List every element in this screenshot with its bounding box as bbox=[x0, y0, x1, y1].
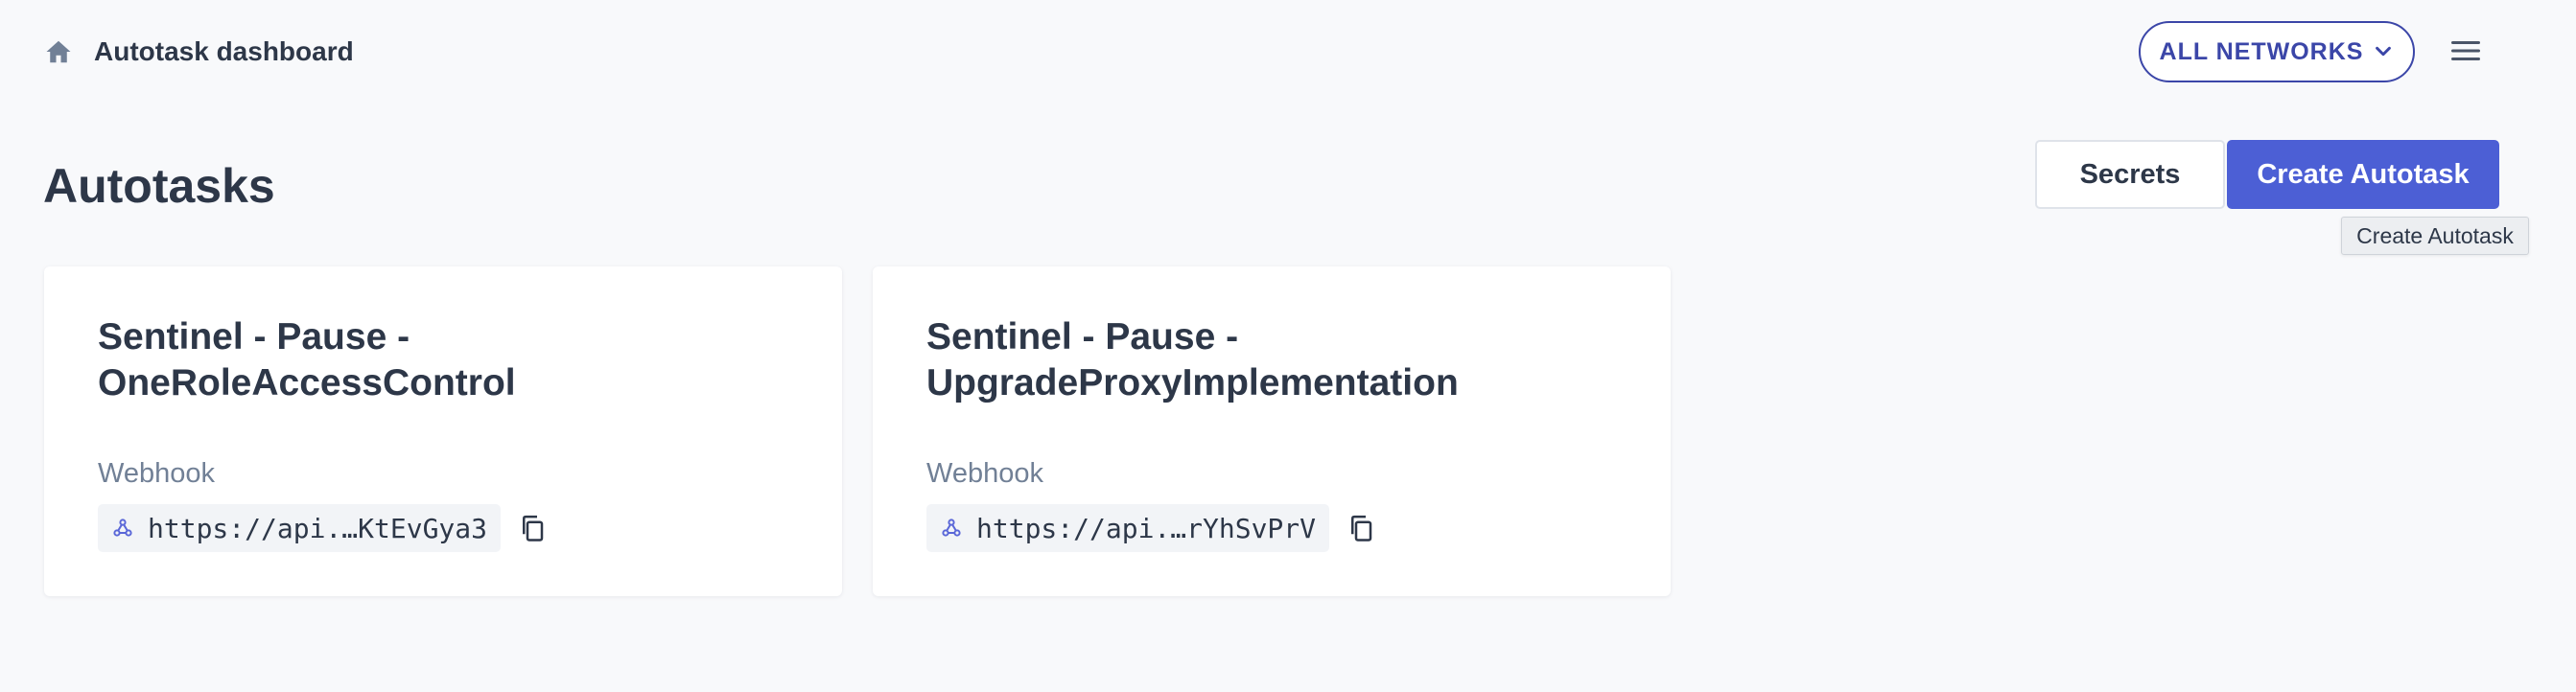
trigger-label: Webhook bbox=[926, 458, 1043, 489]
hamburger-menu-icon[interactable] bbox=[2449, 36, 2482, 65]
copy-icon[interactable] bbox=[518, 514, 547, 542]
webhook-url-chip: https://api.…rYhSvPrV bbox=[926, 504, 1330, 552]
copy-icon[interactable] bbox=[1347, 514, 1375, 542]
breadcrumb[interactable]: Autotask dashboard bbox=[94, 35, 354, 69]
network-selector-label: ALL NETWORKS bbox=[2159, 37, 2364, 65]
autotask-name[interactable]: Sentinel - Pause - UpgradeProxyImplement… bbox=[926, 314, 1636, 406]
webhook-url: https://api.…rYhSvPrV bbox=[976, 512, 1317, 544]
page-title: Autotasks bbox=[43, 159, 275, 213]
trigger-label: Webhook bbox=[98, 458, 215, 489]
create-autotask-button[interactable]: Create Autotask bbox=[2227, 140, 2499, 209]
autotask-name[interactable]: Sentinel - Pause - OneRoleAccessControl bbox=[98, 314, 808, 406]
webhook-url: https://api.…KtEvGya3 bbox=[148, 512, 488, 544]
webhook-icon bbox=[942, 519, 961, 537]
create-autotask-tooltip: Create Autotask bbox=[2341, 217, 2529, 255]
chevron-down-icon bbox=[2376, 46, 2392, 57]
webhook-url-chip: https://api.…KtEvGya3 bbox=[98, 504, 502, 552]
home-icon[interactable] bbox=[44, 37, 73, 66]
webhook-icon bbox=[113, 519, 132, 537]
top-bar: Autotask dashboard ALL NETWORKS bbox=[0, 0, 2576, 104]
autotask-card[interactable]: Sentinel - Pause - UpgradeProxyImplement… bbox=[873, 266, 1671, 596]
network-selector[interactable]: ALL NETWORKS bbox=[2139, 21, 2415, 82]
secrets-button[interactable]: Secrets bbox=[2035, 140, 2225, 209]
autotask-card[interactable]: Sentinel - Pause - OneRoleAccessControl … bbox=[44, 266, 842, 596]
